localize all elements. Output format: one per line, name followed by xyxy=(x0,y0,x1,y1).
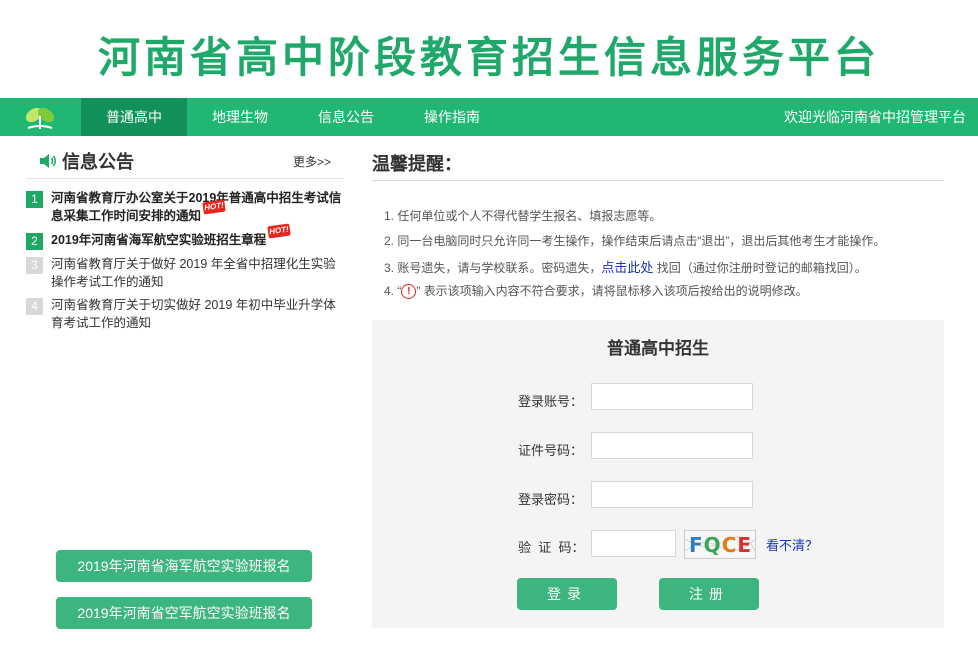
captcha-char: F xyxy=(689,533,704,557)
tip-text: 3. 账号遗失，请与学校联系。密码遗失， xyxy=(384,261,602,275)
warning-icon: ! xyxy=(401,284,417,300)
site-title: 河南省高中阶段教育招生信息服务平台 xyxy=(97,33,880,82)
captcha-text: FQCE xyxy=(689,533,752,557)
tips-title: 温馨提醒： xyxy=(372,154,462,174)
nav-item-operation-guide[interactable]: 操作指南 xyxy=(403,98,501,136)
password-label: 登录密码： xyxy=(518,492,584,507)
hot-badge-icon: HOT! xyxy=(267,223,292,239)
notice-number-badge: 3 xyxy=(26,257,43,274)
tip-item: 3. 账号遗失，请与学校联系。密码遗失，点击此处 找回（通过你注册时登记的邮箱找… xyxy=(384,257,867,276)
header: 河南省高中阶段教育招生信息服务平台 xyxy=(0,0,978,98)
nav-item-geography-biology[interactable]: 地理生物 xyxy=(192,98,288,136)
hot-badge-icon: HOT! xyxy=(202,199,226,215)
notice-section-title: 信息公告 xyxy=(38,148,134,174)
id-number-label: 证件号码： xyxy=(518,443,584,458)
nav-item-announcements[interactable]: 信息公告 xyxy=(297,98,395,136)
register-button[interactable]: 注册 xyxy=(659,578,759,610)
tip-item: 2. 同一台电脑同时只允许同一考生操作，操作结束后请点击“退出”，退出后其他考生… xyxy=(384,234,886,248)
tip-item: 4. “!” 表示该项输入内容不符合要求，请将鼠标移入该项后按给出的说明修改。 xyxy=(384,282,808,300)
account-label: 登录账号： xyxy=(518,394,584,409)
captcha-label: 验 证 码： xyxy=(518,540,585,555)
tip-item: 1. 任何单位或个人不得代替学生报名、填报志愿等。 xyxy=(384,209,662,223)
notice-number-badge: 1 xyxy=(26,191,43,208)
notice-divider xyxy=(26,178,344,179)
login-button[interactable]: 登录 xyxy=(517,578,617,610)
captcha-char: E xyxy=(737,533,753,557)
notice-item[interactable]: 1 河南省教育厅办公室关于2019年普通高中招生考试信息采集工作时间安排的通知H… xyxy=(26,189,346,225)
captcha-image[interactable]: FQCE xyxy=(684,530,756,559)
tips-divider xyxy=(372,180,944,181)
speaker-icon xyxy=(40,154,57,168)
notice-item[interactable]: 2 2019年河南省海军航空实验班招生章程HOT! xyxy=(26,223,346,250)
id-number-input[interactable] xyxy=(591,432,753,459)
welcome-text: 欢迎光临河南省中招管理平台 xyxy=(784,109,966,125)
notice-title-label: 信息公告 xyxy=(62,152,134,172)
main-navbar: 普通高中 地理生物 信息公告 操作指南 欢迎光临河南省中招管理平台 xyxy=(0,98,978,136)
notice-link-text: 河南省教育厅办公室关于2019年普通高中招生考试信息采集工作时间安排的通知 xyxy=(51,191,342,223)
notice-number-badge: 2 xyxy=(26,233,43,250)
notice-number-badge: 4 xyxy=(26,298,43,315)
notice-link[interactable]: 河南省教育厅关于切实做好 2019 年初中毕业升学体育考试工作的通知 xyxy=(51,296,346,332)
tip-text: ” 表示该项输入内容不符合要求，请将鼠标移入该项后按给出的说明修改。 xyxy=(416,284,808,298)
tip-text: 4. “ xyxy=(384,284,402,298)
captcha-char: C xyxy=(721,533,738,557)
more-notices-link[interactable]: 更多>> xyxy=(293,153,331,170)
notice-link[interactable]: 河南省教育厅关于做好 2019 年全省中招理化生实验操作考试工作的通知 xyxy=(51,255,346,291)
leaf-logo-icon xyxy=(25,107,55,129)
notice-link-text: 2019年河南省海军航空实验班招生章程 xyxy=(51,233,267,247)
login-panel: 普通高中招生 登录账号： 证件号码： 登录密码： 验 证 码： FQCE 看不清… xyxy=(372,320,944,628)
notice-link[interactable]: 2019年河南省海军航空实验班招生章程HOT! xyxy=(51,223,292,249)
captcha-char: Q xyxy=(703,533,722,557)
nav-item-general-high-school[interactable]: 普通高中 xyxy=(81,98,187,136)
navy-aviation-signup-button[interactable]: 2019年河南省海军航空实验班报名 xyxy=(56,550,312,582)
password-recovery-link[interactable]: 点击此处 xyxy=(601,260,653,275)
account-input[interactable] xyxy=(591,383,753,410)
login-panel-title: 普通高中招生 xyxy=(607,339,709,358)
captcha-refresh-link[interactable]: 看不清？ xyxy=(766,535,818,554)
password-input[interactable] xyxy=(591,481,753,508)
tip-text: 找回（通过你注册时登记的邮箱找回）。 xyxy=(653,261,867,275)
notice-link[interactable]: 河南省教育厅办公室关于2019年普通高中招生考试信息采集工作时间安排的通知HOT… xyxy=(51,189,346,225)
notice-item[interactable]: 3 河南省教育厅关于做好 2019 年全省中招理化生实验操作考试工作的通知 xyxy=(26,255,346,291)
captcha-input[interactable] xyxy=(591,530,676,557)
notice-item[interactable]: 4 河南省教育厅关于切实做好 2019 年初中毕业升学体育考试工作的通知 xyxy=(26,296,346,332)
airforce-aviation-signup-button[interactable]: 2019年河南省空军航空实验班报名 xyxy=(56,597,312,629)
